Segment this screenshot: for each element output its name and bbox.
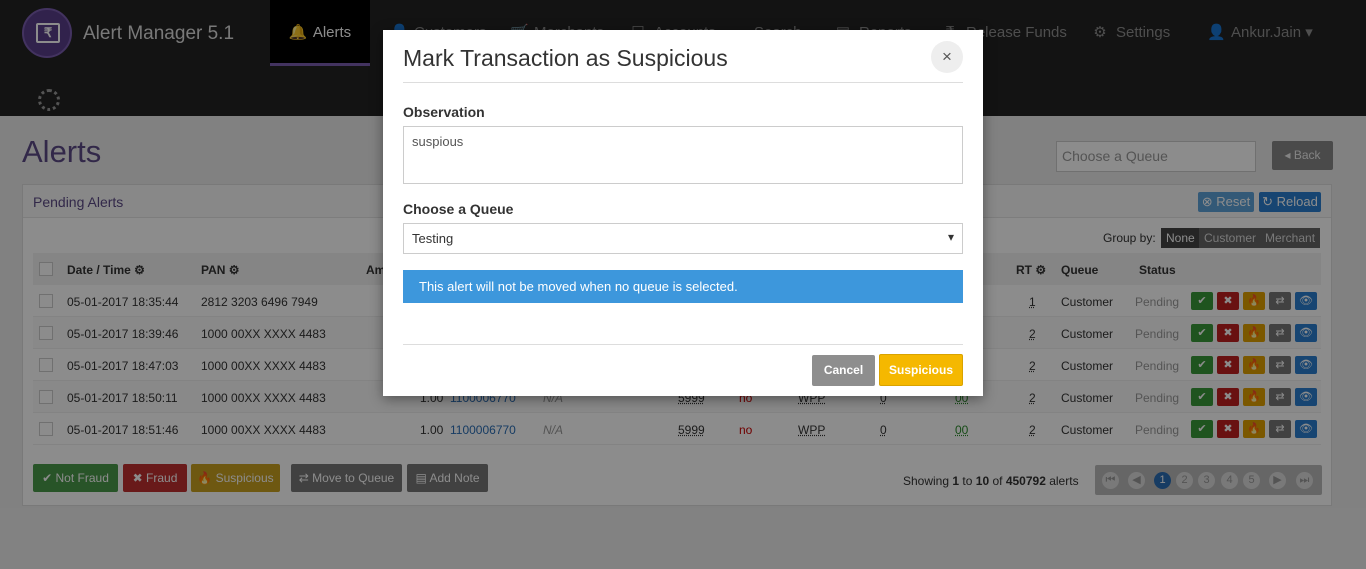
close-icon[interactable]: × [931,41,963,73]
divider [403,82,963,83]
chevron-down-icon: ▾ [947,230,954,244]
submit-suspicious-button[interactable]: Suspicious [879,354,963,386]
info-alert: This alert will not be moved when no que… [403,270,963,303]
queue-label: Choose a Queue [403,201,514,217]
divider [403,344,963,345]
modal-title: Mark Transaction as Suspicious [403,45,728,71]
observation-field[interactable]: suspious [403,126,963,184]
observation-label: Observation [403,104,485,120]
queue-selected-value: Testing [412,231,454,246]
suspicious-modal: Mark Transaction as Suspicious × Observa… [383,30,983,396]
cancel-button[interactable]: Cancel [812,355,875,386]
queue-select-modal[interactable]: Testing ▾ [403,223,963,254]
